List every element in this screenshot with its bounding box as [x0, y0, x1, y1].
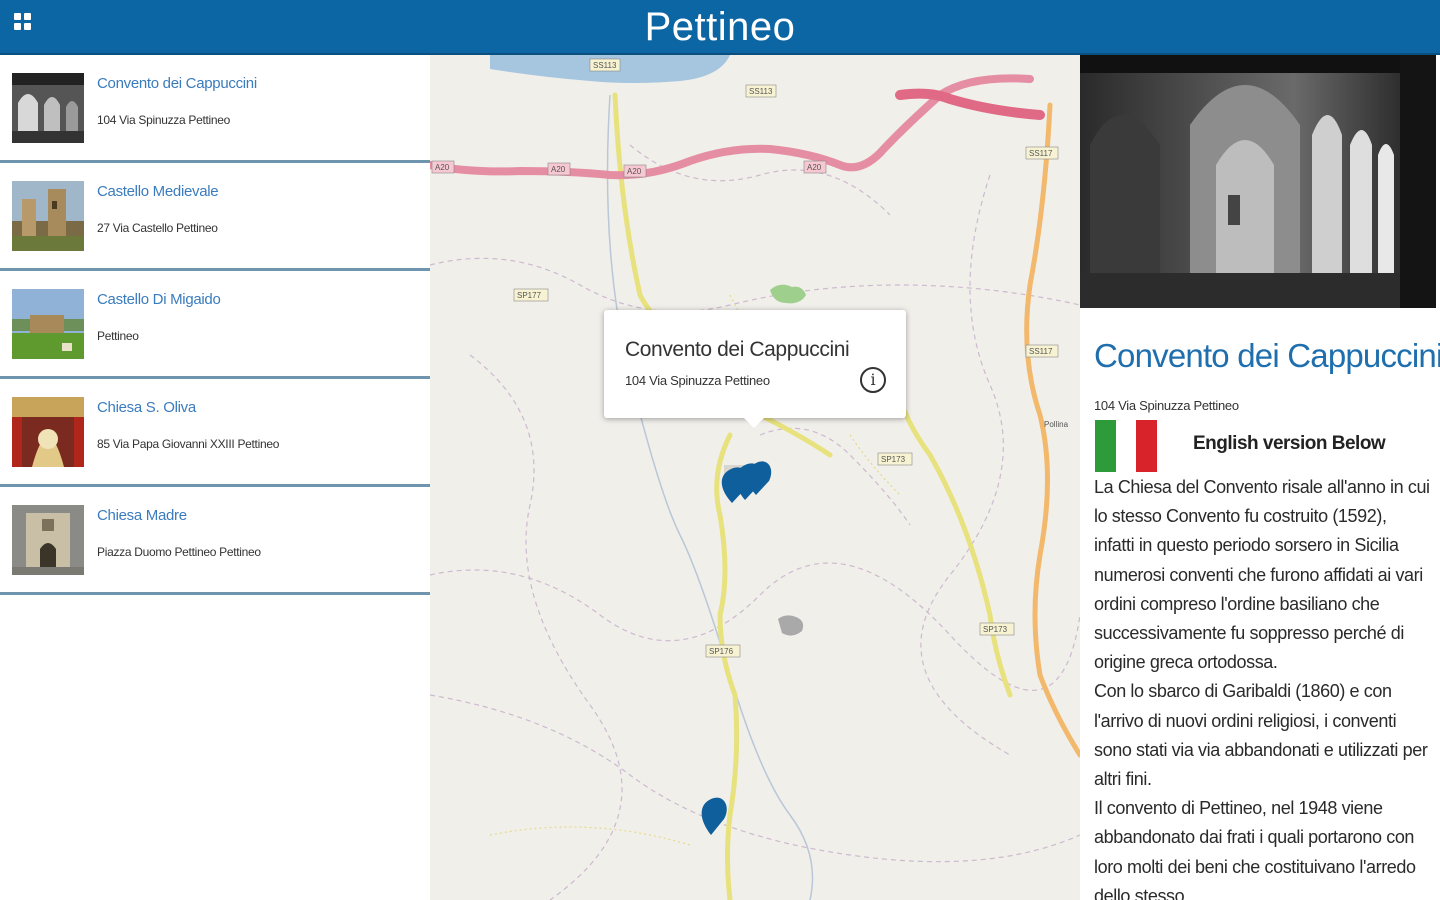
place-name: Convento dei Cappuccini	[97, 75, 257, 92]
popup-address: 104 Via Spinuzza Pettineo	[625, 373, 770, 388]
place-address: 85 Via Papa Giovanni XXIII Pettineo	[97, 437, 280, 451]
description-paragraph: Con lo sbarco di Garibaldi (1860) e con …	[1094, 681, 1428, 790]
place-address: Pettineo	[97, 329, 139, 343]
road-label: SP173	[983, 625, 1008, 634]
road-label: A20	[807, 163, 822, 172]
map-view[interactable]: SS113 SS113 A20 A20 A20 A20 SP177 SS117 …	[430, 55, 1080, 900]
road-label: SP173	[881, 455, 906, 464]
place-address: 27 Via Castello Pettineo	[97, 221, 218, 235]
detail-panel: Convento dei Cappuccini 104 Via Spinuzza…	[1080, 55, 1440, 900]
detail-description: La Chiesa del Convento risale all'anno i…	[1094, 473, 1430, 900]
list-item-chiesa-oliva[interactable]: Chiesa S. Oliva 85 Via Papa Giovanni XXI…	[0, 379, 430, 487]
english-version-link[interactable]: English version Below	[1193, 433, 1386, 455]
italian-flag-icon[interactable]	[1095, 420, 1158, 472]
road-label: SP176	[709, 647, 734, 656]
chiesa-oliva-thumbnail	[12, 397, 84, 467]
place-name: Castello Medievale	[97, 183, 219, 200]
info-icon[interactable]: i	[860, 367, 886, 393]
town-label: Pollina	[1044, 420, 1069, 429]
chiesa-madre-thumbnail	[12, 505, 84, 575]
place-name: Chiesa Madre	[97, 507, 187, 524]
detail-title: Convento dei Cappuccini	[1094, 337, 1440, 374]
app-title: Pettineo	[644, 5, 796, 49]
road-label: SS113	[749, 87, 773, 96]
list-item-convento[interactable]: Convento dei Cappuccini 104 Via Spinuzza…	[0, 55, 430, 163]
convento-thumbnail	[12, 73, 84, 143]
road-label: A20	[435, 163, 450, 172]
list-item-castello-medievale[interactable]: Castello Medievale 27 Via Castello Petti…	[0, 163, 430, 271]
castello-medievale-thumbnail	[12, 181, 84, 251]
place-name: Castello Di Migaido	[97, 291, 221, 308]
places-list: Convento dei Cappuccini 104 Via Spinuzza…	[0, 55, 430, 900]
place-address: 104 Via Spinuzza Pettineo	[97, 113, 231, 127]
place-name: Chiesa S. Oliva	[97, 399, 196, 416]
place-address: Piazza Duomo Pettineo Pettineo	[97, 545, 261, 559]
list-item-castello-migaido[interactable]: Castello Di Migaido Pettineo	[0, 271, 430, 379]
road-label: SS117	[1029, 149, 1053, 158]
map-marker[interactable]	[701, 797, 727, 835]
description-paragraph: Il convento di Pettineo, nel 1948 viene …	[1094, 798, 1416, 900]
road-label: SS113	[593, 61, 617, 70]
road-label: SP177	[517, 291, 542, 300]
road-label: SS117	[1029, 347, 1053, 356]
app-header: Pettineo	[0, 0, 1440, 55]
castello-migaido-thumbnail	[12, 289, 84, 359]
list-item-chiesa-madre[interactable]: Chiesa Madre Piazza Duomo Pettineo Petti…	[0, 487, 430, 595]
description-paragraph: La Chiesa del Convento risale all'anno i…	[1094, 477, 1430, 673]
popup-tail	[744, 418, 764, 428]
road-label: A20	[551, 165, 566, 174]
road-label: A20	[627, 167, 642, 176]
detail-address: 104 Via Spinuzza Pettineo	[1094, 398, 1239, 413]
map-info-popup[interactable]: Convento dei Cappuccini 104 Via Spinuzza…	[604, 310, 906, 428]
map-canvas: SS113 SS113 A20 A20 A20 A20 SP177 SS117 …	[430, 55, 1080, 900]
convento-hero-image	[1080, 55, 1436, 308]
popup-title: Convento dei Cappuccini	[625, 338, 850, 361]
